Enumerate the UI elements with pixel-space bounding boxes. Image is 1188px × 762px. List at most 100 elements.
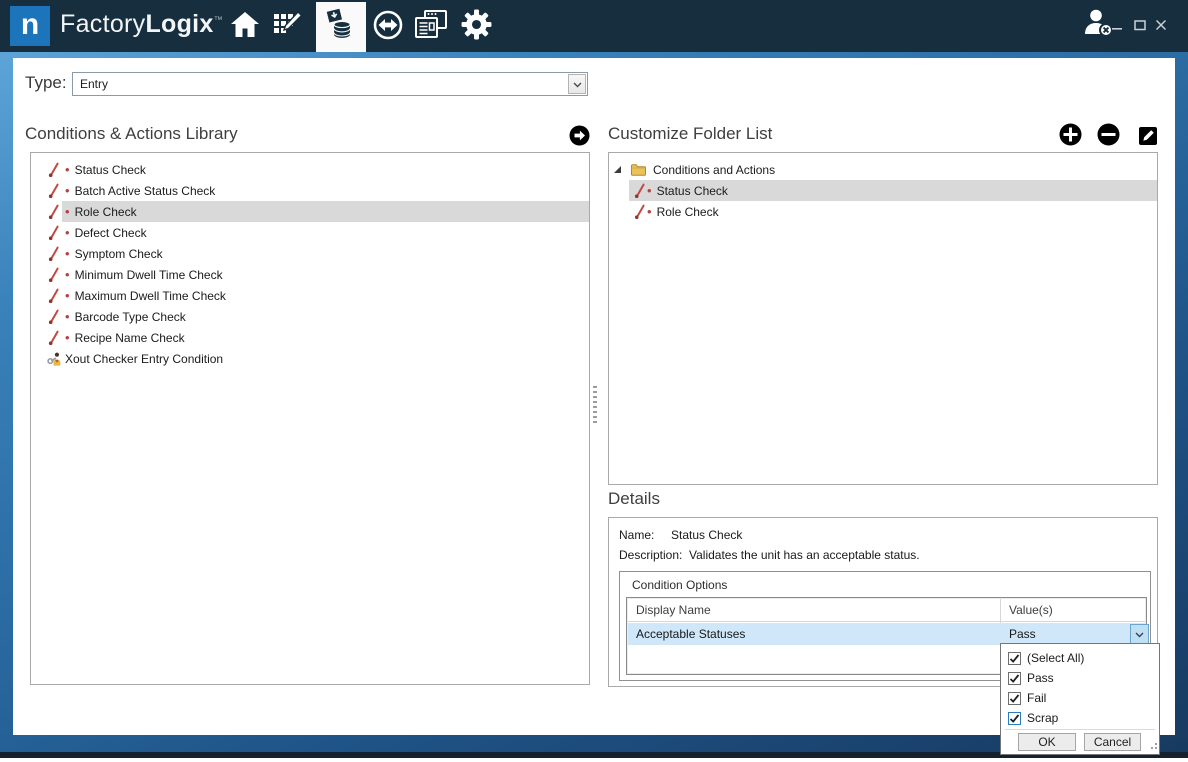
table-header-row: Display Name Value(s)	[628, 599, 1145, 622]
list-item[interactable]: •Minimum Dwell Time Check	[31, 264, 589, 285]
checkbox[interactable]	[1008, 672, 1021, 685]
list-item-bullet: •	[65, 289, 70, 302]
remove-folder-item-button[interactable]	[1097, 126, 1119, 148]
list-item-body[interactable]: • Maximum Dwell Time Check	[62, 285, 589, 306]
popup-option[interactable]: Fail	[1001, 688, 1159, 708]
list-item-bullet: •	[65, 184, 70, 197]
nav-settings-button[interactable]	[457, 8, 495, 46]
display-name-cell: Acceptable Statuses	[636, 627, 745, 641]
expander-icon[interactable]	[613, 165, 622, 174]
list-item-label: Defect Check	[75, 226, 147, 240]
list-item-body[interactable]: • Symptom Check	[62, 243, 589, 264]
tree-item[interactable]: •Role Check	[609, 201, 1157, 222]
list-item-bullet: •	[65, 247, 70, 260]
ok-button[interactable]: OK	[1018, 733, 1076, 751]
value-dropdown-popup: (Select All) Pass Fail Scrap OK Cancel	[1000, 643, 1160, 755]
type-select-dropdown-button[interactable]	[568, 74, 586, 94]
list-item-label: Status Check	[75, 163, 146, 177]
list-item-body[interactable]: •Minimum Dwell Time Check	[62, 264, 589, 285]
list-item[interactable]: • Symptom Check	[31, 243, 589, 264]
resize-grip[interactable]	[1148, 743, 1157, 752]
popup-option[interactable]: Scrap	[1001, 708, 1159, 728]
popup-option-label: Fail	[1027, 691, 1046, 705]
list-item[interactable]: •Batch Active Status Check	[31, 180, 589, 201]
condition-icon	[47, 267, 62, 283]
library-panel-title: Conditions & Actions Library	[25, 124, 238, 144]
list-item-body[interactable]: •Recipe Name Check	[62, 327, 589, 348]
condition-icon	[47, 204, 62, 220]
condition-icon	[633, 204, 647, 220]
add-folder-item-button[interactable]	[1059, 126, 1081, 148]
list-item[interactable]: •Status Check	[31, 159, 589, 180]
trademark: ™	[214, 15, 223, 25]
popup-option-label: Scrap	[1027, 711, 1058, 725]
list-item[interactable]: •Role Check	[31, 201, 589, 222]
edit-icon	[1138, 126, 1158, 151]
brand-name: FactoryLogix™	[60, 10, 223, 39]
popup-option[interactable]: (Select All)	[1001, 648, 1159, 668]
description-value: Validates the unit has an acceptable sta…	[689, 548, 920, 562]
list-item-body[interactable]: • Defect Check	[62, 222, 589, 243]
list-item[interactable]: • Defect Check	[31, 222, 589, 243]
reports-icon	[414, 9, 448, 46]
transfer-icon	[372, 9, 404, 46]
name-label: Name:	[619, 528, 654, 542]
popup-options: (Select All) Pass Fail Scrap	[1001, 644, 1159, 728]
panel-splitter[interactable]	[593, 386, 597, 424]
nav-production-editor-button[interactable]	[268, 8, 306, 46]
table-row[interactable]: Acceptable Statuses Pass	[628, 623, 1145, 645]
tree-root-item[interactable]: Conditions and Actions	[609, 159, 1157, 180]
details-panel-title: Details	[608, 489, 660, 509]
tree-item-body[interactable]: •Status Check	[629, 180, 1157, 201]
tree-item-label: Status Check	[657, 184, 728, 198]
list-item-body[interactable]: •Status Check	[62, 159, 589, 180]
maximize-button[interactable]	[1131, 18, 1149, 36]
nav-transfer-button[interactable]	[369, 8, 407, 46]
close-button[interactable]	[1152, 18, 1170, 36]
list-item-bullet: •	[65, 226, 70, 239]
type-select-value: Entry	[73, 77, 568, 91]
value-dropdown-button[interactable]	[1130, 624, 1149, 644]
conditions-library-list[interactable]: •Status Check•Batch Active Status Check•…	[30, 152, 590, 685]
tree-item[interactable]: •Status Check	[609, 180, 1157, 201]
application-window: n FactoryLogix™	[0, 0, 1188, 762]
list-item[interactable]: •Recipe Name Check	[31, 327, 589, 348]
minimize-button[interactable]	[1108, 18, 1126, 36]
edit-folder-item-button[interactable]	[1137, 127, 1159, 149]
list-item-body[interactable]: Xout Checker Entry Condition	[62, 348, 589, 369]
condition-icon	[47, 246, 62, 262]
move-to-folder-button[interactable]	[568, 127, 590, 149]
nav-library-button[interactable]	[316, 2, 366, 52]
xout-icon	[47, 351, 62, 367]
list-item-label: Barcode Type Check	[75, 310, 186, 324]
list-item[interactable]: Xout Checker Entry Condition	[31, 348, 589, 369]
folder-panel-title: Customize Folder List	[608, 124, 772, 144]
nav-reports-button[interactable]	[412, 8, 450, 46]
tree-item-body[interactable]: •Role Check	[629, 201, 1157, 222]
folder-tree[interactable]: Conditions and Actions•Status Check•Role…	[608, 152, 1158, 485]
popup-option-label: Pass	[1027, 671, 1054, 685]
nav-home-button[interactable]	[226, 8, 264, 46]
list-item-body[interactable]: •Barcode Type Check	[62, 306, 589, 327]
app-logo: n	[10, 6, 50, 46]
list-item-label: Maximum Dwell Time Check	[75, 289, 226, 303]
list-item[interactable]: • Maximum Dwell Time Check	[31, 285, 589, 306]
home-icon	[229, 10, 261, 45]
condition-icon	[47, 288, 62, 304]
production-editor-icon	[271, 9, 303, 46]
popup-option[interactable]: Pass	[1001, 668, 1159, 688]
condition-icon	[47, 183, 62, 199]
popup-separator	[1005, 729, 1155, 730]
checkbox[interactable]	[1008, 652, 1021, 665]
list-item[interactable]: •Barcode Type Check	[31, 306, 589, 327]
list-item-label: Symptom Check	[75, 247, 163, 261]
titlebar: n FactoryLogix™	[0, 0, 1188, 52]
checkbox[interactable]	[1008, 712, 1021, 725]
description-label: Description:	[619, 548, 682, 562]
cancel-button[interactable]: Cancel	[1084, 733, 1141, 751]
checkbox[interactable]	[1008, 692, 1021, 705]
list-item-body[interactable]: •Batch Active Status Check	[62, 180, 589, 201]
type-select[interactable]: Entry	[72, 72, 588, 96]
library-icon	[324, 8, 358, 47]
list-item-body[interactable]: •Role Check	[62, 201, 589, 222]
